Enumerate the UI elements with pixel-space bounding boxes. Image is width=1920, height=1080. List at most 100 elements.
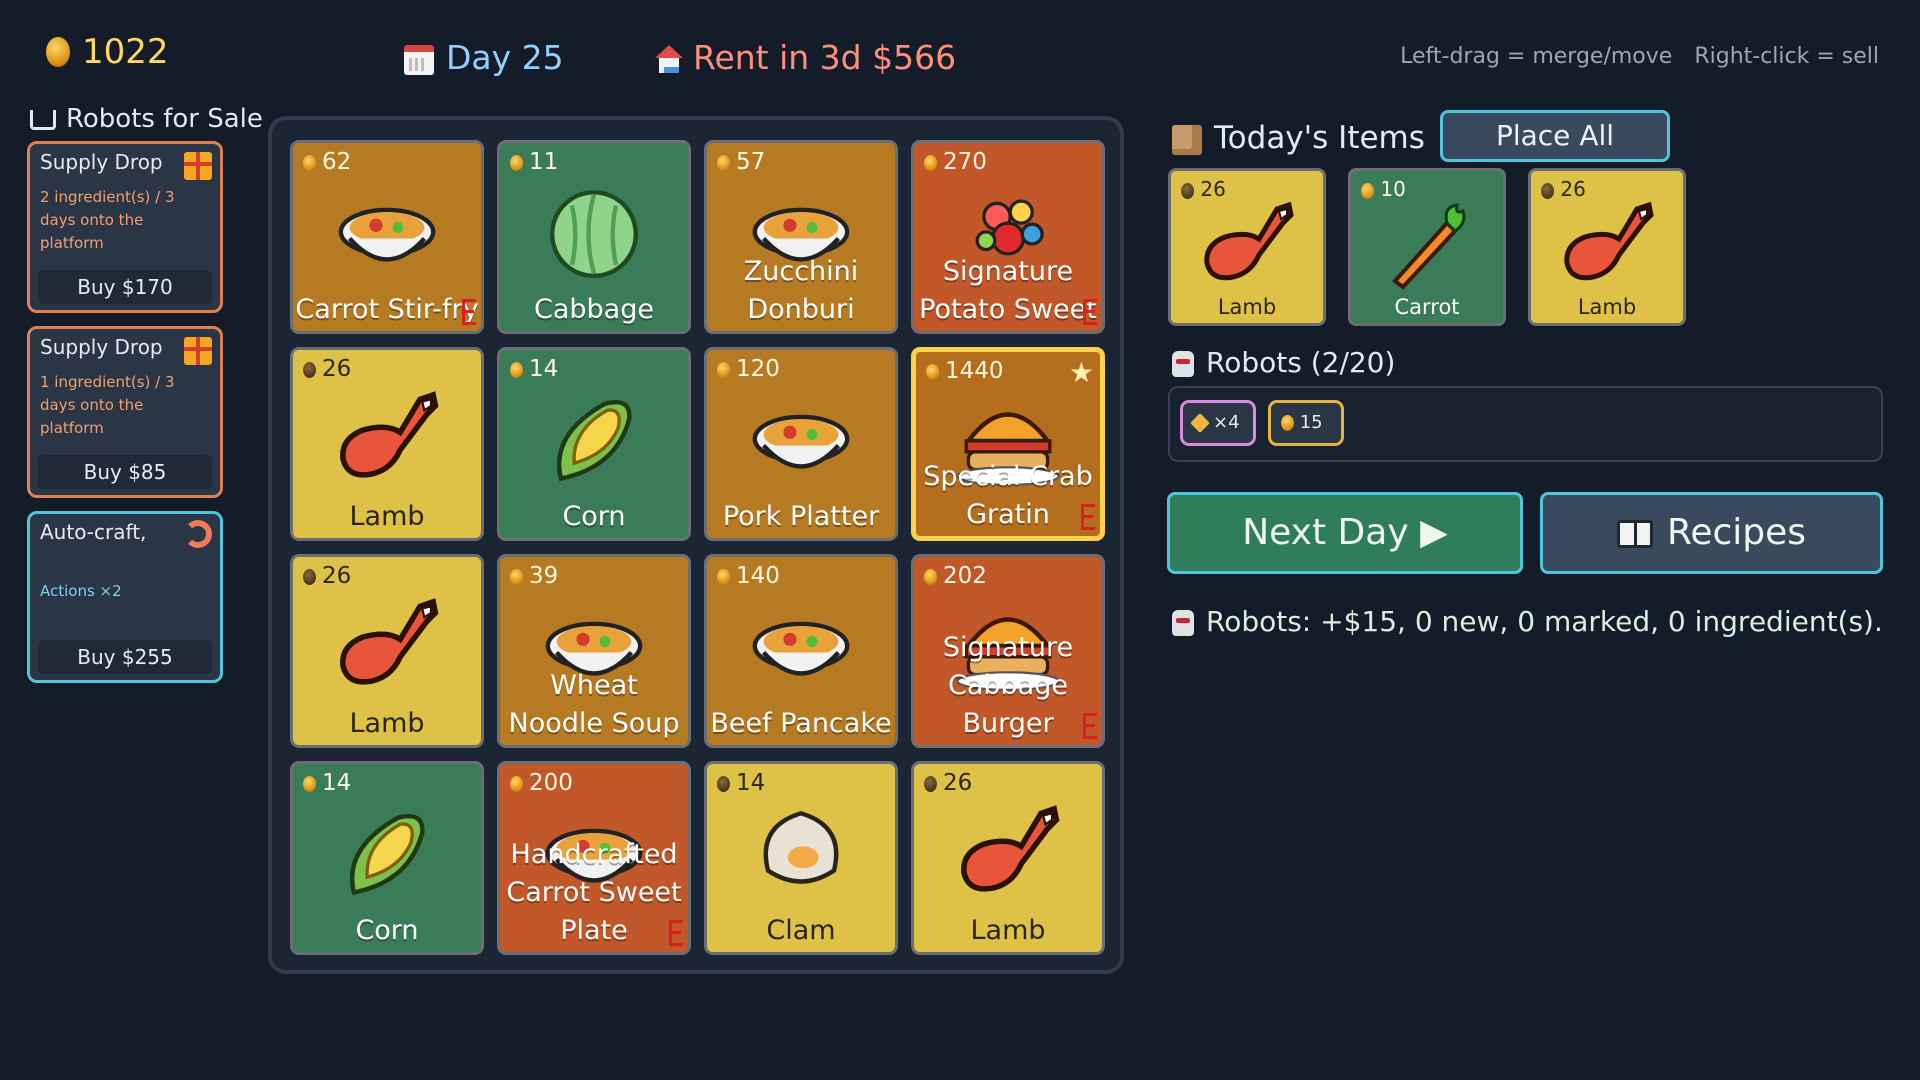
coin-icon [1181, 182, 1194, 199]
today-item[interactable]: 26 Lamb [1168, 168, 1326, 326]
tile-name: Beef Pancake [710, 708, 892, 739]
coin-icon [717, 154, 730, 171]
calendar-icon [404, 44, 434, 75]
day-label: Day 25 [446, 38, 564, 77]
carrot-icon [1392, 203, 1466, 290]
recipes-button[interactable]: Recipes [1540, 492, 1883, 574]
board-tile[interactable]: 14 Corn [497, 347, 691, 541]
board-tile[interactable]: 120 Pork Platter [704, 347, 898, 541]
day-display: Day 25 [404, 38, 564, 77]
coin-icon [717, 361, 730, 378]
lamb-leg-icon [340, 598, 439, 685]
hint-merge: Left-drag = merge/move [1400, 44, 1673, 69]
buy-button[interactable]: Buy $170 [38, 270, 212, 304]
lamb-leg-icon [961, 805, 1060, 892]
tile-name: Clam [766, 915, 836, 946]
equipment-badge-icon [1081, 504, 1095, 530]
buy-button[interactable]: Buy $85 [38, 455, 212, 489]
sale-card-auto-craft[interactable]: Auto-craft, Actions ×2 Buy $255 [27, 511, 223, 683]
board-tile[interactable]: 57 Zucchini Donburi [704, 140, 898, 334]
coin-icon [717, 775, 730, 792]
coin-icon [924, 568, 937, 585]
hint-sell: Right-click = sell [1694, 44, 1879, 69]
board-tile[interactable]: 26 Lamb [290, 347, 484, 541]
board-tile[interactable]: 39 Wheat Noodle Soup [497, 554, 691, 748]
coin-icon [924, 775, 937, 792]
board-tile[interactable]: 140 Beef Pancake [704, 554, 898, 748]
next-day-button[interactable]: Next Day ▶ [1167, 492, 1523, 574]
controls-hint: Left-drag = merge/move Right-click = sell [1400, 44, 1879, 69]
coin-icon [717, 568, 730, 585]
tile-price: 14 [303, 770, 351, 796]
board-tile[interactable]: 11 Cabbage [497, 140, 691, 334]
tile-name: Lamb [970, 915, 1046, 946]
sale-card-supply-drop-1[interactable]: Supply Drop 1 ingredient(s) / 3 days ont… [27, 326, 223, 498]
tile-price: 140 [717, 563, 780, 589]
beef-pancake-icon [752, 621, 850, 676]
robot-icon [1172, 351, 1194, 377]
robot-panel: ×4 15 [1168, 386, 1883, 462]
equipment-badge-icon [669, 920, 683, 946]
robots-for-sale-title: Robots for Sale [30, 104, 263, 134]
board-tile[interactable]: 270 Signature Potato Sweet [911, 140, 1105, 334]
robot-chip-tagger[interactable]: ×4 [1180, 400, 1256, 446]
house-icon [655, 44, 683, 75]
sale-card-title: Supply Drop [40, 335, 163, 359]
tile-name: Signature Cabbage Burger [942, 632, 1074, 739]
tile-price: 62 [303, 149, 351, 175]
board-tile[interactable]: 26 Lamb [911, 761, 1105, 955]
sale-card-title: Supply Drop [40, 150, 163, 174]
tile-price: 202 [924, 563, 987, 589]
cart-icon [30, 109, 56, 130]
equipment-badge-icon [1083, 713, 1097, 739]
money-display: 1022 [46, 30, 169, 72]
place-all-button[interactable]: Place All [1440, 110, 1670, 162]
robots-title: Robots (2/20) [1172, 346, 1395, 379]
equipment-badge-icon [1083, 299, 1097, 325]
today-item[interactable]: 26 Lamb [1528, 168, 1686, 326]
board-tile[interactable]: 1440 Special Crab Gratin ★ [911, 347, 1105, 541]
tile-name: Lamb [349, 708, 425, 739]
tile-name: Cabbage [534, 294, 654, 325]
tile-price: 120 [717, 356, 780, 382]
coin-icon [926, 363, 939, 380]
gift-icon [184, 152, 212, 180]
tile-name: Corn [355, 915, 419, 946]
board-tile[interactable]: 26 Lamb [290, 554, 484, 748]
board-tile[interactable]: 200 Handcrafted Carrot Sweet Plate [497, 761, 691, 955]
today-item[interactable]: 10 Carrot [1348, 168, 1506, 326]
tile-name: Carrot Stir-fry [295, 294, 479, 325]
coin-icon [510, 568, 523, 585]
board-tile[interactable]: 14 Corn [290, 761, 484, 955]
coin-icon [924, 154, 937, 171]
pork-platter-icon [752, 414, 850, 469]
tile-price: 26 [303, 356, 351, 382]
corn-icon [349, 813, 425, 896]
sale-card-supply-drop-2[interactable]: Supply Drop 2 ingredient(s) / 3 days ont… [27, 141, 223, 313]
coin-icon [1361, 182, 1374, 199]
item-price: 26 [1541, 177, 1586, 201]
tile-name: Handcrafted Carrot Sweet Plate [506, 839, 682, 946]
tile-price: 39 [510, 563, 558, 589]
cabbage-icon [550, 190, 638, 279]
clam-icon [763, 811, 839, 884]
item-price: 26 [1181, 177, 1226, 201]
gift-icon [184, 337, 212, 365]
star-icon: ★ [1068, 356, 1094, 389]
board-tile[interactable]: 14 Clam [704, 761, 898, 955]
board-tile[interactable]: 62 Carrot Stir-fry [290, 140, 484, 334]
board-tile[interactable]: 202 Signature Cabbage Burger [911, 554, 1105, 748]
tile-name: Corn [562, 501, 626, 532]
tile-price: 26 [303, 563, 351, 589]
tile-name: Wheat Noodle Soup [508, 670, 680, 739]
todays-items-label: Today's Items [1214, 120, 1425, 156]
coin-icon [303, 154, 316, 171]
tag-icon [1190, 413, 1210, 433]
coin-icon [46, 36, 70, 67]
box-icon [1172, 124, 1202, 155]
buy-button[interactable]: Buy $255 [38, 640, 212, 674]
robot-chip-income[interactable]: 15 [1268, 400, 1344, 446]
tile-price: 200 [510, 770, 573, 796]
tile-name: Zucchini Donburi [743, 256, 859, 325]
lamb-leg-icon [1564, 201, 1654, 281]
